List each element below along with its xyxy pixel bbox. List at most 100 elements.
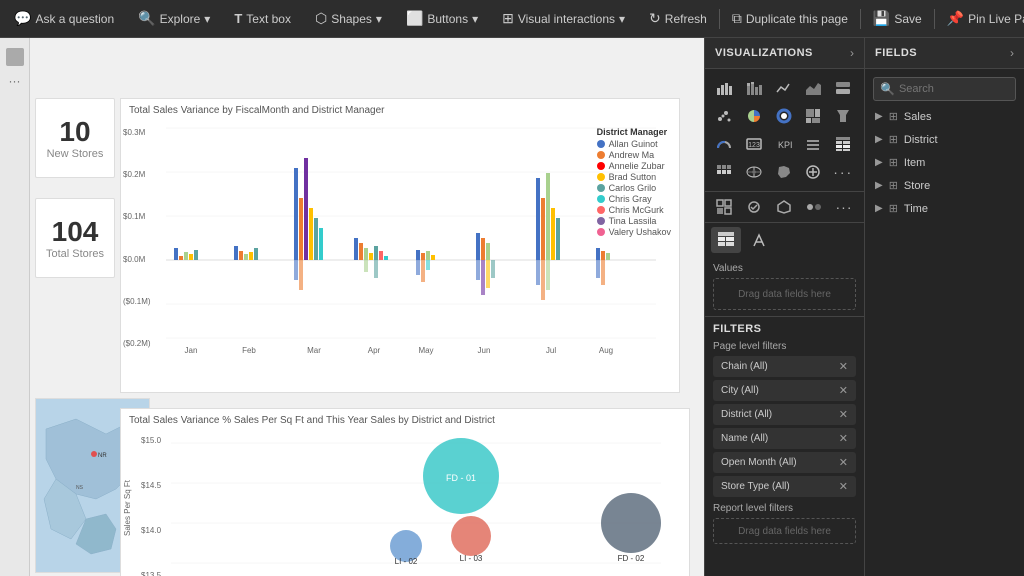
close-city-icon[interactable]: ✕ (839, 384, 848, 397)
viz-icon-card[interactable]: 123 (741, 131, 767, 157)
ask-icon: 💬 (14, 10, 31, 27)
buttons-button[interactable]: ⬜ Buttons ▾ (398, 6, 486, 31)
filter-district[interactable]: District (All) ✕ (713, 404, 856, 425)
legend-title: District Manager (597, 127, 671, 137)
pin-icon[interactable] (6, 48, 24, 66)
bar-chart-svg: Jan Feb Mar Apr May Jun Jul Aug (166, 118, 656, 358)
viz-table-view-button[interactable] (711, 227, 741, 253)
legend-item: Annelie Zubar (597, 161, 671, 171)
district-field-icon: ⊞ (889, 133, 898, 146)
viz-icon-scatter[interactable] (711, 103, 737, 129)
filter-name[interactable]: Name (All) ✕ (713, 428, 856, 449)
viz-icon-custom[interactable] (800, 159, 826, 185)
viz-icon-custom5[interactable] (801, 194, 827, 220)
textbox-button[interactable]: T Text box (226, 7, 299, 30)
viz-icon-slicer[interactable] (800, 131, 826, 157)
textbox-icon: T (234, 11, 242, 26)
item-field-label: Item (904, 157, 925, 169)
fields-search-input[interactable] (899, 83, 1009, 95)
viz-icon-table[interactable] (830, 131, 856, 157)
viz-icon-ribbon[interactable] (830, 75, 856, 101)
more-left-icon[interactable]: ··· (9, 74, 21, 88)
field-store[interactable]: ▶ ⊞ Store (865, 174, 1024, 197)
filter-city[interactable]: City (All) ✕ (713, 380, 856, 401)
viz-icon-pie[interactable] (741, 103, 767, 129)
buttons-label: Buttons (427, 12, 468, 26)
time-field-label: Time (904, 203, 928, 215)
duplicate-button[interactable]: ⧉ Duplicate this page (724, 6, 856, 31)
values-section: Values Drag data fields here (705, 257, 864, 316)
viz-icon-map[interactable] (741, 159, 767, 185)
viz-icon-more2[interactable]: ··· (831, 194, 857, 220)
viz-icon-custom4[interactable] (771, 194, 797, 220)
save-button[interactable]: 💾 Save (865, 6, 930, 31)
duplicate-icon: ⧉ (732, 10, 742, 27)
refresh-label: Refresh (665, 12, 707, 26)
field-sales[interactable]: ▶ ⊞ Sales (865, 105, 1024, 128)
viz-icon-custom2[interactable] (711, 194, 737, 220)
page-filters-label: Page level filters (713, 341, 856, 352)
viz-format-button[interactable] (745, 227, 775, 253)
svg-text:NR: NR (98, 453, 107, 459)
viz-icon-funnel[interactable] (830, 103, 856, 129)
bubble-chart[interactable]: Total Sales Variance % Sales Per Sq Ft a… (120, 408, 690, 576)
close-district-icon[interactable]: ✕ (839, 408, 848, 421)
explore-button[interactable]: 🔍 Explore ▾ (130, 6, 218, 31)
viz-icon-bar[interactable] (711, 75, 737, 101)
separator (860, 9, 861, 29)
textbox-label: Text box (246, 12, 291, 26)
chart-legend: District Manager Allan Guinot Andrew Ma … (597, 127, 671, 238)
ask-question-button[interactable]: 💬 Ask a question (6, 6, 122, 31)
bubble-chart-title: Total Sales Variance % Sales Per Sq Ft a… (121, 409, 689, 428)
viz-icon-treemap[interactable] (800, 103, 826, 129)
shapes-button[interactable]: ⬡ Shapes ▾ (307, 6, 390, 31)
shapes-icon: ⬡ (315, 10, 327, 27)
fields-panel-header: FIELDS › (865, 38, 1024, 69)
viz-icon-kpi[interactable]: KPI (771, 131, 797, 157)
pin-live-button[interactable]: 📌 Pin Live Page (939, 6, 1024, 31)
viz-icon-filled-map[interactable] (771, 159, 797, 185)
viz-icon-area[interactable] (800, 75, 826, 101)
expand-store-arrow: ▶ (875, 180, 883, 191)
viz-icon-custom3[interactable] (741, 194, 767, 220)
refresh-button[interactable]: ↻ Refresh (641, 6, 715, 31)
svg-text:LI - 02: LI - 02 (395, 557, 418, 566)
filter-open-month[interactable]: Open Month (All) ✕ (713, 452, 856, 473)
viz-icon-gauge[interactable] (711, 131, 737, 157)
filter-store-type[interactable]: Store Type (All) ✕ (713, 476, 856, 497)
viz-icon-more[interactable]: ··· (830, 159, 856, 185)
viz-row3: ··· (705, 191, 864, 222)
close-open-month-icon[interactable]: ✕ (839, 456, 848, 469)
viz-icon-line[interactable] (771, 75, 797, 101)
total-stores-label: Total Stores (46, 248, 104, 260)
right-panels: VISUALIZATIONS › (704, 38, 1024, 576)
close-store-type-icon[interactable]: ✕ (839, 480, 848, 493)
y-label: $0.1M (123, 212, 151, 221)
shapes-label: Shapes (331, 12, 372, 26)
field-district[interactable]: ▶ ⊞ District (865, 128, 1024, 151)
close-chain-icon[interactable]: ✕ (839, 360, 848, 373)
save-icon: 💾 (873, 10, 890, 27)
bar-chart[interactable]: Total Sales Variance by FiscalMonth and … (120, 98, 680, 393)
close-name-icon[interactable]: ✕ (839, 432, 848, 445)
viz-icon-donut[interactable] (771, 103, 797, 129)
fields-search-box[interactable]: 🔍 (873, 77, 1016, 101)
viz-icon-matrix[interactable] (711, 159, 737, 185)
fields-panel-expand[interactable]: › (1010, 46, 1014, 60)
toolbar-right: ⧉ Duplicate this page 💾 Save 📌 Pin Live … (717, 6, 1024, 32)
main-area: ··· 10 New Stores 104 Total Stores NR NS (0, 38, 1024, 576)
field-item[interactable]: ▶ ⊞ Item (865, 151, 1024, 174)
viz-icon-stacked-bar[interactable] (741, 75, 767, 101)
bar-chart-title: Total Sales Variance by FiscalMonth and … (121, 99, 679, 118)
svg-text:Jul: Jul (546, 346, 556, 355)
svg-text:123: 123 (748, 142, 760, 149)
drag-data-zone[interactable]: Drag data fields here (713, 278, 856, 310)
filter-chain[interactable]: Chain (All) ✕ (713, 356, 856, 377)
item-field-icon: ⊞ (889, 156, 898, 169)
viz-panel-expand[interactable]: › (850, 46, 854, 60)
report-drag-zone[interactable]: Drag data fields here (713, 518, 856, 544)
field-time[interactable]: ▶ ⊞ Time (865, 197, 1024, 220)
svg-text:NS: NS (76, 485, 84, 491)
visual-interactions-button[interactable]: ⊞ Visual interactions ▾ (494, 6, 633, 31)
buttons-icon: ⬜ (406, 10, 423, 27)
